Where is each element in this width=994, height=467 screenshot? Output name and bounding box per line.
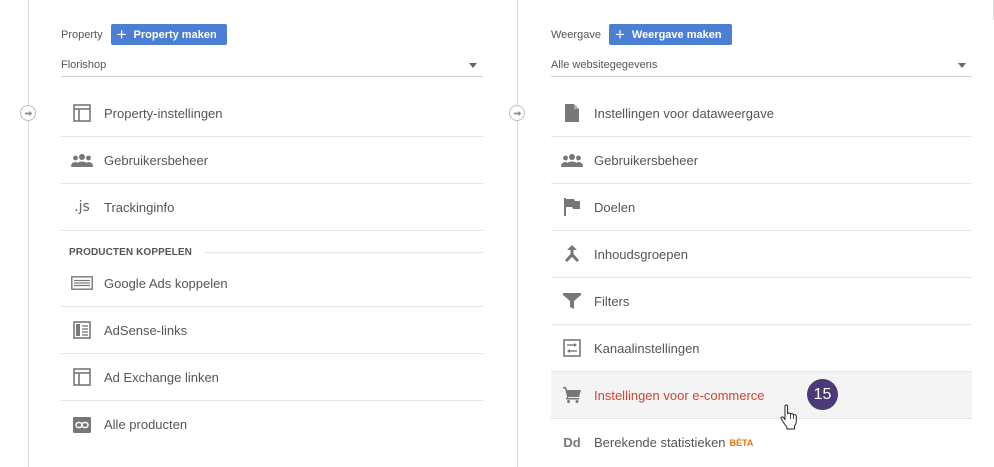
view-label: Weergave xyxy=(551,28,601,41)
menu-item-property-settings[interactable]: Property-instellingen xyxy=(61,90,483,137)
arrow-right-icon xyxy=(24,110,32,116)
arrow-right-icon xyxy=(513,110,521,116)
flag-icon xyxy=(559,198,585,216)
menu-item-tracking-info[interactable]: .js Trackinginfo xyxy=(61,184,483,231)
beta-badge: BÈTA xyxy=(729,437,754,448)
dd-icon: Dd xyxy=(563,435,581,450)
hand-pointer-icon xyxy=(780,404,798,435)
menu-item-label: Kanaalinstellingen xyxy=(594,340,700,356)
users-icon xyxy=(559,153,585,167)
create-view-label: Weergave maken xyxy=(631,28,722,41)
menu-item-goals[interactable]: Doelen xyxy=(551,184,972,231)
menu-item-view-settings[interactable]: Instellingen voor dataweergave xyxy=(551,90,972,137)
menu-item-content-groups[interactable]: Inhoudsgroepen xyxy=(551,231,972,278)
property-label: Property xyxy=(61,28,103,41)
plus-icon: + xyxy=(614,25,625,44)
view-column-guide xyxy=(517,0,518,467)
menu-item-label: Google Ads koppelen xyxy=(104,275,228,291)
menu-item-ecommerce-settings[interactable]: Instellingen voor e-commerce xyxy=(551,372,972,419)
view-selector[interactable]: Alle websitegegevens xyxy=(551,54,972,77)
ads-icon xyxy=(69,276,95,290)
create-view-button[interactable]: + Weergave maken xyxy=(608,24,732,45)
plus-icon: + xyxy=(116,25,127,44)
menu-item-label: Instellingen voor dataweergave xyxy=(594,105,774,121)
menu-item-label: Inhoudsgroepen xyxy=(594,246,688,262)
menu-item-google-ads[interactable]: Google Ads koppelen xyxy=(61,260,483,307)
adsense-icon xyxy=(69,321,95,339)
property-header: Property + Property maken xyxy=(61,24,227,45)
users-icon xyxy=(69,153,95,167)
create-property-label: Property maken xyxy=(133,28,217,41)
create-property-button[interactable]: + Property maken xyxy=(110,24,227,45)
chevron-down-icon xyxy=(469,62,477,68)
cart-icon xyxy=(559,387,585,403)
js-icon: .js xyxy=(74,199,90,215)
menu-item-label: Trackinginfo xyxy=(104,199,175,215)
adexchange-icon xyxy=(69,368,95,386)
menu-item-label: Instellingen voor e-commerce xyxy=(594,387,765,403)
property-selector[interactable]: Florishop xyxy=(61,54,483,77)
panel-icon xyxy=(69,104,95,122)
section-divider xyxy=(203,251,483,253)
menu-item-label: Gebruikersbeheer xyxy=(104,152,209,168)
menu-item-ad-exchange[interactable]: Ad Exchange linken xyxy=(61,354,483,401)
menu-item-calculated-metrics[interactable]: Dd Berekende statistieken BÈTA xyxy=(551,419,972,466)
menu-item-label: AdSense-links xyxy=(104,322,188,338)
property-collapse-toggle[interactable] xyxy=(20,105,36,121)
view-collapse-toggle[interactable] xyxy=(509,105,525,121)
property-selected: Florishop xyxy=(61,59,107,71)
menu-item-label: Ad Exchange linken xyxy=(104,369,219,385)
menu-item-view-user-management[interactable]: Gebruikersbeheer xyxy=(551,137,972,184)
section-title-link-products: PRODUCTEN KOPPELEN xyxy=(69,242,483,262)
document-icon xyxy=(559,104,585,122)
section-title-text: PRODUCTEN KOPPELEN xyxy=(69,246,192,258)
step-number-badge: 15 xyxy=(807,379,838,410)
menu-item-label: Property-instellingen xyxy=(104,105,223,121)
menu-item-label: Filters xyxy=(594,293,630,309)
menu-item-all-products[interactable]: Alle producten xyxy=(61,401,483,448)
menu-item-channel-settings[interactable]: Kanaalinstellingen xyxy=(551,325,972,372)
menu-item-user-management[interactable]: Gebruikersbeheer xyxy=(61,137,483,184)
filter-icon xyxy=(559,293,585,309)
merge-icon xyxy=(559,245,585,263)
channel-icon xyxy=(559,339,585,357)
menu-item-label: Alle producten xyxy=(104,417,188,432)
menu-item-filters[interactable]: Filters xyxy=(551,278,972,325)
property-column-guide xyxy=(28,0,29,467)
menu-item-label: Berekende statistieken xyxy=(594,435,726,450)
chevron-down-icon xyxy=(958,62,966,68)
link-icon xyxy=(69,416,95,433)
menu-item-label: Doelen xyxy=(594,199,636,215)
menu-item-adsense[interactable]: AdSense-links xyxy=(61,307,483,354)
menu-item-label: Gebruikersbeheer xyxy=(594,152,699,168)
view-header: Weergave + Weergave maken xyxy=(551,24,732,45)
view-selected: Alle websitegegevens xyxy=(551,59,658,71)
